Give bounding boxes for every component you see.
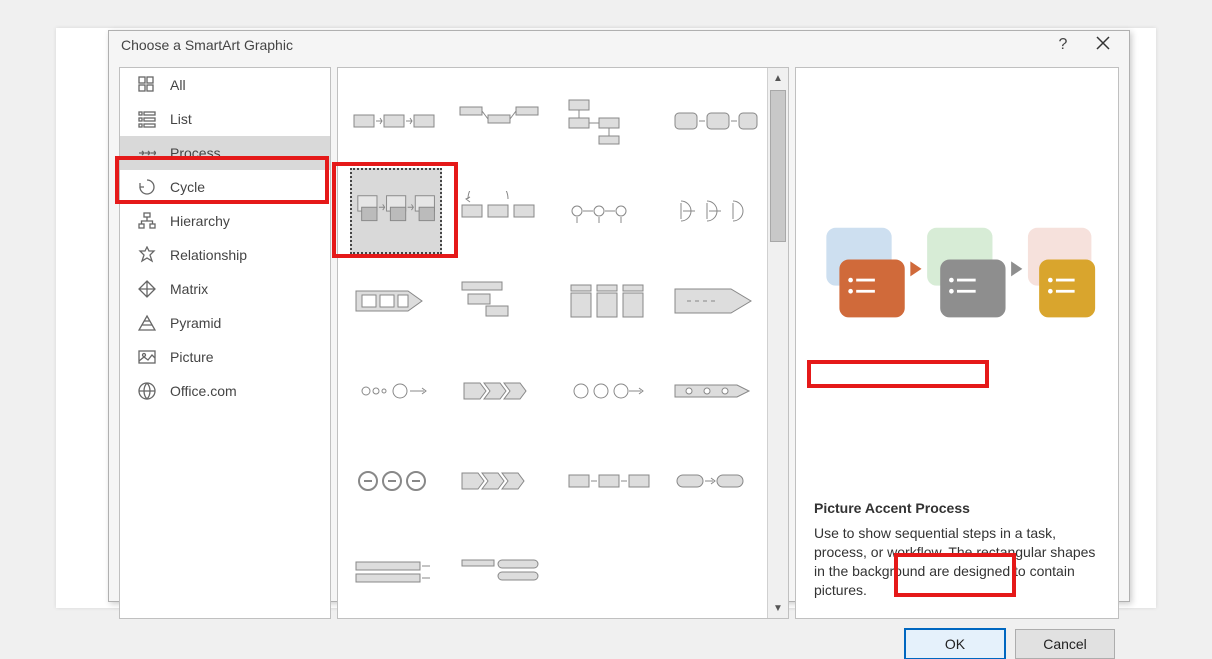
grid-icon xyxy=(138,76,156,94)
layout-gallery: ▲ ▼ xyxy=(337,67,789,619)
picture-icon xyxy=(138,348,156,366)
dialog-body: All List Process Cycle Hierarchy Relatio… xyxy=(109,59,1129,629)
close-button[interactable] xyxy=(1083,31,1123,59)
scroll-thumb[interactable] xyxy=(770,90,786,242)
layout-thumb[interactable] xyxy=(350,438,442,524)
sidebar-item-relationship[interactable]: Relationship xyxy=(120,238,330,272)
layout-thumb[interactable] xyxy=(350,348,442,434)
layout-thumb[interactable] xyxy=(669,348,761,434)
arrows-icon xyxy=(138,144,156,162)
dialog-titlebar: Choose a SmartArt Graphic ? xyxy=(109,31,1129,59)
layout-thumb[interactable] xyxy=(669,438,761,524)
layout-thumb[interactable] xyxy=(563,258,655,344)
globe-icon xyxy=(138,382,156,400)
gallery-grid xyxy=(338,68,767,618)
cancel-button-label: Cancel xyxy=(1043,636,1087,652)
layout-thumb[interactable] xyxy=(456,528,548,614)
sidebar-item-picture[interactable]: Picture xyxy=(120,340,330,374)
gallery-scrollbar[interactable]: ▲ ▼ xyxy=(767,68,788,618)
layout-thumb[interactable] xyxy=(456,438,548,524)
layout-thumb[interactable] xyxy=(456,78,548,164)
layout-thumb[interactable] xyxy=(563,438,655,524)
sidebar-item-label: All xyxy=(170,77,186,93)
help-button[interactable]: ? xyxy=(1043,31,1083,59)
ok-button[interactable]: OK xyxy=(905,629,1005,659)
scroll-up-arrow[interactable]: ▲ xyxy=(768,68,788,88)
layout-name: Picture Accent Process xyxy=(814,500,1100,516)
dialog-footer: OK Cancel xyxy=(109,629,1129,659)
layout-thumb[interactable] xyxy=(563,528,655,614)
sidebar-item-all[interactable]: All xyxy=(120,68,330,102)
list-icon xyxy=(138,110,156,128)
sidebar-item-label: Cycle xyxy=(170,179,205,195)
sidebar-item-process[interactable]: Process xyxy=(120,136,330,170)
category-sidebar: All List Process Cycle Hierarchy Relatio… xyxy=(119,67,331,619)
layout-thumb[interactable] xyxy=(350,258,442,344)
sidebar-item-label: Matrix xyxy=(170,281,208,297)
hierarchy-icon xyxy=(138,212,156,230)
cancel-button[interactable]: Cancel xyxy=(1015,629,1115,659)
sidebar-item-list[interactable]: List xyxy=(120,102,330,136)
layout-thumb[interactable] xyxy=(669,168,761,254)
sidebar-item-cycle[interactable]: Cycle xyxy=(120,170,330,204)
cycle-icon xyxy=(138,178,156,196)
layout-thumb[interactable] xyxy=(350,528,442,614)
layout-thumb[interactable] xyxy=(563,348,655,434)
layout-thumb[interactable] xyxy=(456,168,548,254)
layout-thumb[interactable] xyxy=(456,348,548,434)
pyramid-icon xyxy=(138,314,156,332)
layout-preview-image xyxy=(814,82,1100,500)
layout-preview-panel: Picture Accent Process Use to show seque… xyxy=(795,67,1119,619)
ok-button-label: OK xyxy=(945,636,965,652)
sidebar-item-matrix[interactable]: Matrix xyxy=(120,272,330,306)
layout-thumb-selected[interactable] xyxy=(350,168,442,254)
layout-thumb[interactable] xyxy=(350,78,442,164)
sidebar-item-label: List xyxy=(170,111,192,127)
sidebar-item-label: Picture xyxy=(170,349,214,365)
layout-thumb[interactable] xyxy=(456,258,548,344)
layout-thumb[interactable] xyxy=(669,258,761,344)
matrix-icon xyxy=(138,280,156,298)
close-icon xyxy=(1096,36,1110,55)
scroll-down-arrow[interactable]: ▼ xyxy=(768,598,788,618)
sidebar-item-label: Process xyxy=(170,145,221,161)
smartart-dialog: Choose a SmartArt Graphic ? All List Pro… xyxy=(108,30,1130,602)
layout-thumb[interactable] xyxy=(669,78,761,164)
sidebar-item-label: Office.com xyxy=(170,383,237,399)
relationship-icon xyxy=(138,246,156,264)
sidebar-item-label: Pyramid xyxy=(170,315,221,331)
layout-thumb[interactable] xyxy=(563,78,655,164)
dialog-title: Choose a SmartArt Graphic xyxy=(121,37,1043,53)
sidebar-item-pyramid[interactable]: Pyramid xyxy=(120,306,330,340)
sidebar-item-hierarchy[interactable]: Hierarchy xyxy=(120,204,330,238)
sidebar-item-label: Hierarchy xyxy=(170,213,230,229)
layout-description: Use to show sequential steps in a task, … xyxy=(814,524,1100,600)
layout-thumb[interactable] xyxy=(563,168,655,254)
scroll-track[interactable] xyxy=(768,88,788,598)
sidebar-item-officecom[interactable]: Office.com xyxy=(120,374,330,408)
sidebar-item-label: Relationship xyxy=(170,247,247,263)
layout-thumb[interactable] xyxy=(669,528,761,614)
